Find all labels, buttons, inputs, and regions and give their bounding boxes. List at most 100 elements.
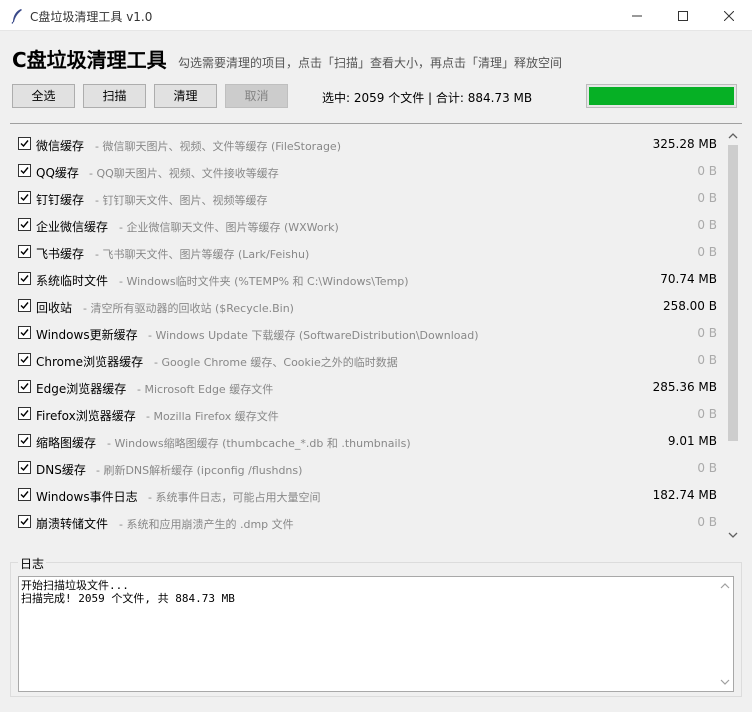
item-size: 0 B <box>697 461 717 475</box>
cleanup-item-row[interactable]: DNS缓存 - 刷新DNS解析缓存 (ipconfig /flushdns) 0 B <box>10 453 722 480</box>
item-checkbox[interactable] <box>18 407 31 420</box>
item-size: 0 B <box>697 407 717 421</box>
close-button[interactable] <box>706 0 752 31</box>
item-size: 70.74 MB <box>660 272 717 286</box>
item-checkbox[interactable] <box>18 137 31 150</box>
item-checkbox[interactable] <box>18 380 31 393</box>
item-checkbox[interactable] <box>18 461 31 474</box>
cleanup-item-row[interactable]: Windows更新缓存 - Windows Update 下载缓存 (Softwa… <box>10 318 722 345</box>
item-checkbox[interactable] <box>18 164 31 177</box>
scan-button[interactable]: 扫描 <box>83 84 146 108</box>
checkmark-icon <box>20 410 29 418</box>
checkmark-icon <box>20 275 29 283</box>
cleanup-item-row[interactable]: 系统临时文件 - Windows临时文件夹 (%TEMP% 和 C:\Window… <box>10 264 722 291</box>
clean-button[interactable]: 清理 <box>154 84 217 108</box>
item-checkbox[interactable] <box>18 326 31 339</box>
item-checkbox[interactable] <box>18 515 31 528</box>
close-icon <box>724 10 734 21</box>
item-size: 9.01 MB <box>667 434 717 448</box>
progress-fill <box>589 87 734 105</box>
log-scrollbar[interactable] <box>719 579 731 689</box>
checkmark-icon <box>20 356 29 364</box>
checkmark-icon <box>20 221 29 229</box>
scroll-down-icon[interactable] <box>720 677 730 687</box>
item-name: Firefox浏览器缓存 <box>36 409 136 423</box>
cleanup-item-row[interactable]: 钉钉缓存 - 钉钉聊天文件、图片、视频等缓存 0 B <box>10 183 722 210</box>
item-name: QQ缓存 <box>36 166 79 180</box>
item-description: - Windows缩略图缓存 (thumbcache_*.db 和 .thumb… <box>107 437 411 450</box>
item-name: 微信缓存 <box>36 139 85 153</box>
cleanup-item-row[interactable]: QQ缓存 - QQ聊天图片、视频、文件接收等缓存 0 B <box>10 156 722 183</box>
checkmark-icon <box>20 302 29 310</box>
feather-icon <box>11 9 22 24</box>
item-description: - 微信聊天图片、视频、文件等缓存 (FileStorage) <box>95 140 341 153</box>
item-checkbox[interactable] <box>18 488 31 501</box>
item-size: 0 B <box>697 164 717 178</box>
item-description: - Microsoft Edge 缓存文件 <box>137 383 274 396</box>
select-all-button[interactable]: 全选 <box>12 84 75 108</box>
checkmark-icon <box>20 248 29 256</box>
cleanup-item-row[interactable]: Chrome浏览器缓存 - Google Chrome 缓存、Cookie之外的临… <box>10 345 722 372</box>
item-size: 258.00 B <box>662 299 717 313</box>
checkmark-icon <box>20 329 29 337</box>
scroll-up-icon[interactable] <box>728 131 738 141</box>
item-name: 飞书缓存 <box>36 247 85 261</box>
checkmark-icon <box>20 140 29 148</box>
item-checkbox[interactable] <box>18 353 31 366</box>
selection-stats: 选中: 2059 个文件 | 合计: 884.73 MB <box>322 91 533 105</box>
item-name: 钉钉缓存 <box>36 193 85 207</box>
scroll-up-icon[interactable] <box>720 581 730 591</box>
cleanup-item-row[interactable]: Firefox浏览器缓存 - Mozilla Firefox 缓存文件 0 B <box>10 399 722 426</box>
item-name: 缩略图缓存 <box>36 436 97 450</box>
list-scrollbar[interactable] <box>724 127 742 544</box>
log-output[interactable]: 开始扫描垃圾文件... 扫描完成! 2059 个文件, 共 884.73 MB <box>18 576 734 692</box>
maximize-icon <box>678 10 688 21</box>
item-description: - Google Chrome 缓存、Cookie之外的临时数据 <box>154 356 398 369</box>
cleanup-item-row[interactable]: 缩略图缓存 - Windows缩略图缓存 (thumbcache_*.db 和 .… <box>10 426 722 453</box>
item-size: 0 B <box>697 245 717 259</box>
maximize-button[interactable] <box>660 0 706 31</box>
item-checkbox[interactable] <box>18 218 31 231</box>
item-name: 企业微信缓存 <box>36 220 109 234</box>
item-size: 0 B <box>697 326 717 340</box>
title-bar: C盘垃圾清理工具 v1.0 <box>0 0 752 31</box>
item-description: - Windows临时文件夹 (%TEMP% 和 C:\Windows\Temp… <box>119 275 409 288</box>
checkmark-icon <box>20 491 29 499</box>
checkmark-icon <box>20 437 29 445</box>
cleanup-item-row[interactable]: 飞书缓存 - 飞书聊天文件、图片等缓存 (Lark/Feishu) 0 B <box>10 237 722 264</box>
cleanup-item-row[interactable]: 崩溃转储文件 - 系统和应用崩溃产生的 .dmp 文件 0 B <box>10 507 722 534</box>
item-name: Windows更新缓存 <box>36 328 138 342</box>
app-subtitle: 勾选需要清理的项目，点击「扫描」查看大小，再点击「清理」释放空间 <box>178 56 563 70</box>
cancel-button[interactable]: 取消 <box>225 84 288 108</box>
cleanup-item-row[interactable]: 回收站 - 清空所有驱动器的回收站 ($Recycle.Bin) 258.00 B <box>10 291 722 318</box>
item-checkbox[interactable] <box>18 434 31 447</box>
progress-bar <box>586 84 737 108</box>
scroll-thumb[interactable] <box>728 145 738 441</box>
item-checkbox[interactable] <box>18 245 31 258</box>
item-name: Edge浏览器缓存 <box>36 382 127 396</box>
cleanup-item-list: 微信缓存 - 微信聊天图片、视频、文件等缓存 (FileStorage) 325.2… <box>10 127 742 544</box>
item-description: - 刷新DNS解析缓存 (ipconfig /flushdns) <box>96 464 303 477</box>
item-checkbox[interactable] <box>18 191 31 204</box>
item-name: Chrome浏览器缓存 <box>36 355 144 369</box>
item-description: - Mozilla Firefox 缓存文件 <box>146 410 279 423</box>
item-description: - 钉钉聊天文件、图片、视频等缓存 <box>95 194 268 207</box>
item-size: 0 B <box>697 191 717 205</box>
cleanup-item-row[interactable]: Edge浏览器缓存 - Microsoft Edge 缓存文件 285.36 MB <box>10 372 722 399</box>
item-description: - 企业微信聊天文件、图片等缓存 (WXWork) <box>119 221 339 234</box>
item-size: 0 B <box>697 218 717 232</box>
item-description: - 清空所有驱动器的回收站 ($Recycle.Bin) <box>83 302 294 315</box>
scroll-down-icon[interactable] <box>728 530 738 540</box>
item-description: - 系统和应用崩溃产生的 .dmp 文件 <box>119 518 294 531</box>
minimize-button[interactable] <box>614 0 660 31</box>
cleanup-item-row[interactable]: 企业微信缓存 - 企业微信聊天文件、图片等缓存 (WXWork) 0 B <box>10 210 722 237</box>
item-size: 0 B <box>697 515 717 529</box>
cleanup-item-row[interactable]: Windows事件日志 - 系统事件日志，可能占用大量空间 182.74 MB <box>10 480 722 507</box>
checkmark-icon <box>20 464 29 472</box>
item-checkbox[interactable] <box>18 272 31 285</box>
cleanup-item-row[interactable]: 微信缓存 - 微信聊天图片、视频、文件等缓存 (FileStorage) 325.2… <box>10 129 722 156</box>
log-line: 扫描完成! 2059 个文件, 共 884.73 MB <box>21 592 235 605</box>
checkmark-icon <box>20 167 29 175</box>
checkmark-icon <box>20 518 29 526</box>
item-checkbox[interactable] <box>18 299 31 312</box>
